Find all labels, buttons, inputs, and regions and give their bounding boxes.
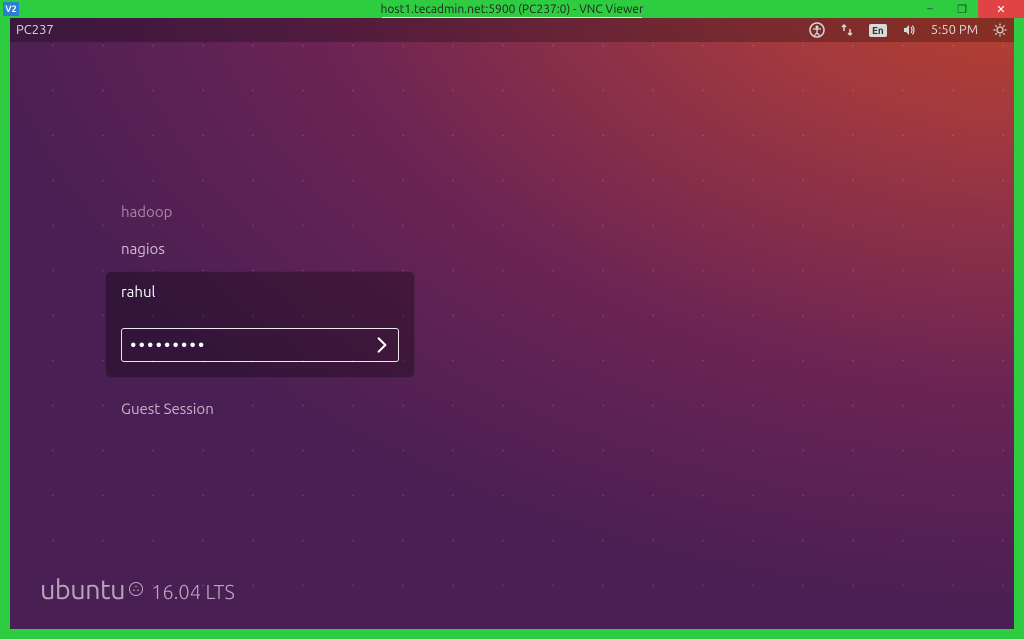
ubuntu-login-screen: PC237 En 5:50 PM hadoop — [10, 18, 1014, 629]
vnc-viewport: PC237 En 5:50 PM hadoop — [0, 18, 1024, 639]
vnc-titlebar: V2 host1.tecadmin.net:5900 (PC237:0) - V… — [0, 0, 1024, 18]
vnc-app-icon: V2 — [3, 2, 19, 16]
language-indicator[interactable]: En — [869, 24, 887, 37]
user-item-nagios[interactable]: nagios — [105, 230, 415, 267]
ubuntu-topbar: PC237 En 5:50 PM — [10, 18, 1014, 42]
ubuntu-brand: ubuntu 16.04 LTS — [40, 575, 235, 605]
clock[interactable]: 5:50 PM — [931, 23, 978, 37]
sound-icon[interactable] — [901, 22, 917, 38]
close-button[interactable]: ✕ — [978, 0, 1024, 18]
brand-version: 16.04 LTS — [151, 580, 235, 603]
brand-cof-icon — [129, 582, 143, 596]
system-tray: En 5:50 PM — [809, 22, 1008, 38]
password-input[interactable] — [130, 335, 366, 355]
network-icon[interactable] — [839, 22, 855, 38]
accessibility-icon[interactable] — [809, 22, 825, 38]
selected-username: rahul — [121, 283, 399, 300]
login-submit-button[interactable] — [366, 329, 398, 361]
power-gear-icon[interactable] — [992, 22, 1008, 38]
hostname-label: PC237 — [16, 23, 54, 37]
vnc-window-controls: – ❐ ✕ — [914, 0, 1024, 18]
chevron-right-icon — [372, 335, 392, 355]
password-row — [121, 328, 399, 362]
maximize-button[interactable]: ❐ — [946, 0, 978, 18]
brand-name: ubuntu — [40, 575, 125, 605]
selected-user-box: rahul — [105, 271, 415, 378]
guest-session[interactable]: Guest Session — [105, 390, 415, 427]
minimize-button[interactable]: – — [914, 0, 946, 18]
user-list: hadoop nagios rahul Guest Session — [105, 193, 415, 427]
user-item-hadoop[interactable]: hadoop — [105, 193, 415, 230]
vnc-window-title: host1.tecadmin.net:5900 (PC237:0) - VNC … — [380, 3, 643, 16]
